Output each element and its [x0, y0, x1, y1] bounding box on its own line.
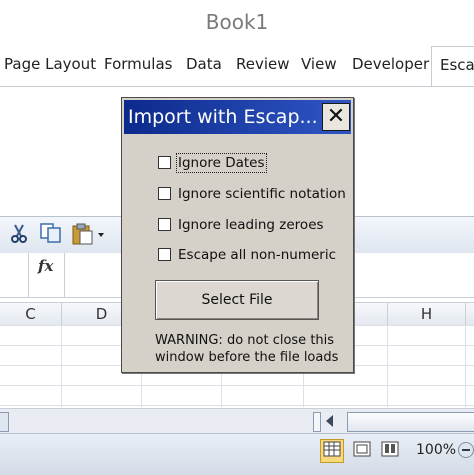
grid-line: [61, 325, 62, 407]
tab-split-handle[interactable]: [313, 412, 321, 432]
horizontal-scrollbar-row: [0, 408, 474, 433]
tab-developer[interactable]: Developer: [352, 55, 429, 73]
horizontal-scroll-thumb[interactable]: [347, 412, 474, 432]
warning-text: WARNING: do not close this window before…: [155, 333, 339, 365]
window-title: Book1: [205, 10, 269, 34]
tab-view[interactable]: View: [301, 55, 337, 73]
ignore-leading-zeroes-label[interactable]: Ignore leading zeroes: [178, 217, 324, 233]
escape-non-numeric-label[interactable]: Escape all non-numeric: [178, 247, 336, 263]
ignore-scientific-checkbox[interactable]: [158, 187, 171, 200]
tab-escape-active[interactable]: Escap: [431, 46, 474, 86]
ribbon-tab-bar: Page Layout Formulas Data Review View De…: [0, 46, 474, 87]
tab-data[interactable]: Data: [186, 55, 222, 73]
cut-icon[interactable]: [10, 223, 28, 249]
grid-line: [465, 325, 466, 407]
normal-view-icon[interactable]: [320, 439, 344, 463]
escape-non-numeric-checkbox[interactable]: [158, 248, 171, 261]
scroll-left-arrow-icon[interactable]: [326, 415, 333, 427]
tab-page-layout[interactable]: Page Layout: [4, 55, 96, 73]
page-layout-view-icon[interactable]: [350, 439, 374, 463]
tab-formulas[interactable]: Formulas: [104, 55, 172, 73]
zoom-out-icon[interactable]: [458, 442, 474, 458]
ignore-scientific-label[interactable]: Ignore scientific notation: [178, 186, 346, 202]
copy-icon[interactable]: [40, 223, 62, 249]
grid-line: [387, 325, 388, 407]
dialog-titlebar[interactable]: Import with Escap... ✕: [124, 100, 351, 134]
column-header[interactable]: [466, 303, 474, 325]
close-icon[interactable]: ✕: [322, 103, 350, 131]
column-header-c[interactable]: C: [0, 303, 62, 325]
ignore-dates-label[interactable]: Ignore Dates: [176, 153, 267, 173]
paste-icon[interactable]: [72, 223, 106, 251]
window-titlebar: Book1: [0, 0, 474, 46]
select-file-button[interactable]: Select File: [155, 280, 319, 320]
import-dialog: Import with Escap... ✕ Ignore Dates Igno…: [121, 97, 354, 373]
page-break-preview-icon[interactable]: [378, 439, 402, 463]
status-bar: 100%: [0, 433, 474, 475]
ignore-leading-zeroes-checkbox[interactable]: [158, 218, 171, 231]
insert-function-icon[interactable]: fx: [38, 257, 53, 275]
dialog-title: Import with Escap...: [128, 106, 318, 128]
name-box[interactable]: [0, 253, 29, 297]
column-header-h[interactable]: H: [388, 303, 466, 325]
sheet-nav-button[interactable]: [0, 412, 9, 432]
tab-review[interactable]: Review: [236, 55, 290, 73]
formula-divider: [64, 253, 65, 297]
zoom-level[interactable]: 100%: [416, 442, 456, 458]
ignore-dates-checkbox[interactable]: [158, 156, 171, 169]
